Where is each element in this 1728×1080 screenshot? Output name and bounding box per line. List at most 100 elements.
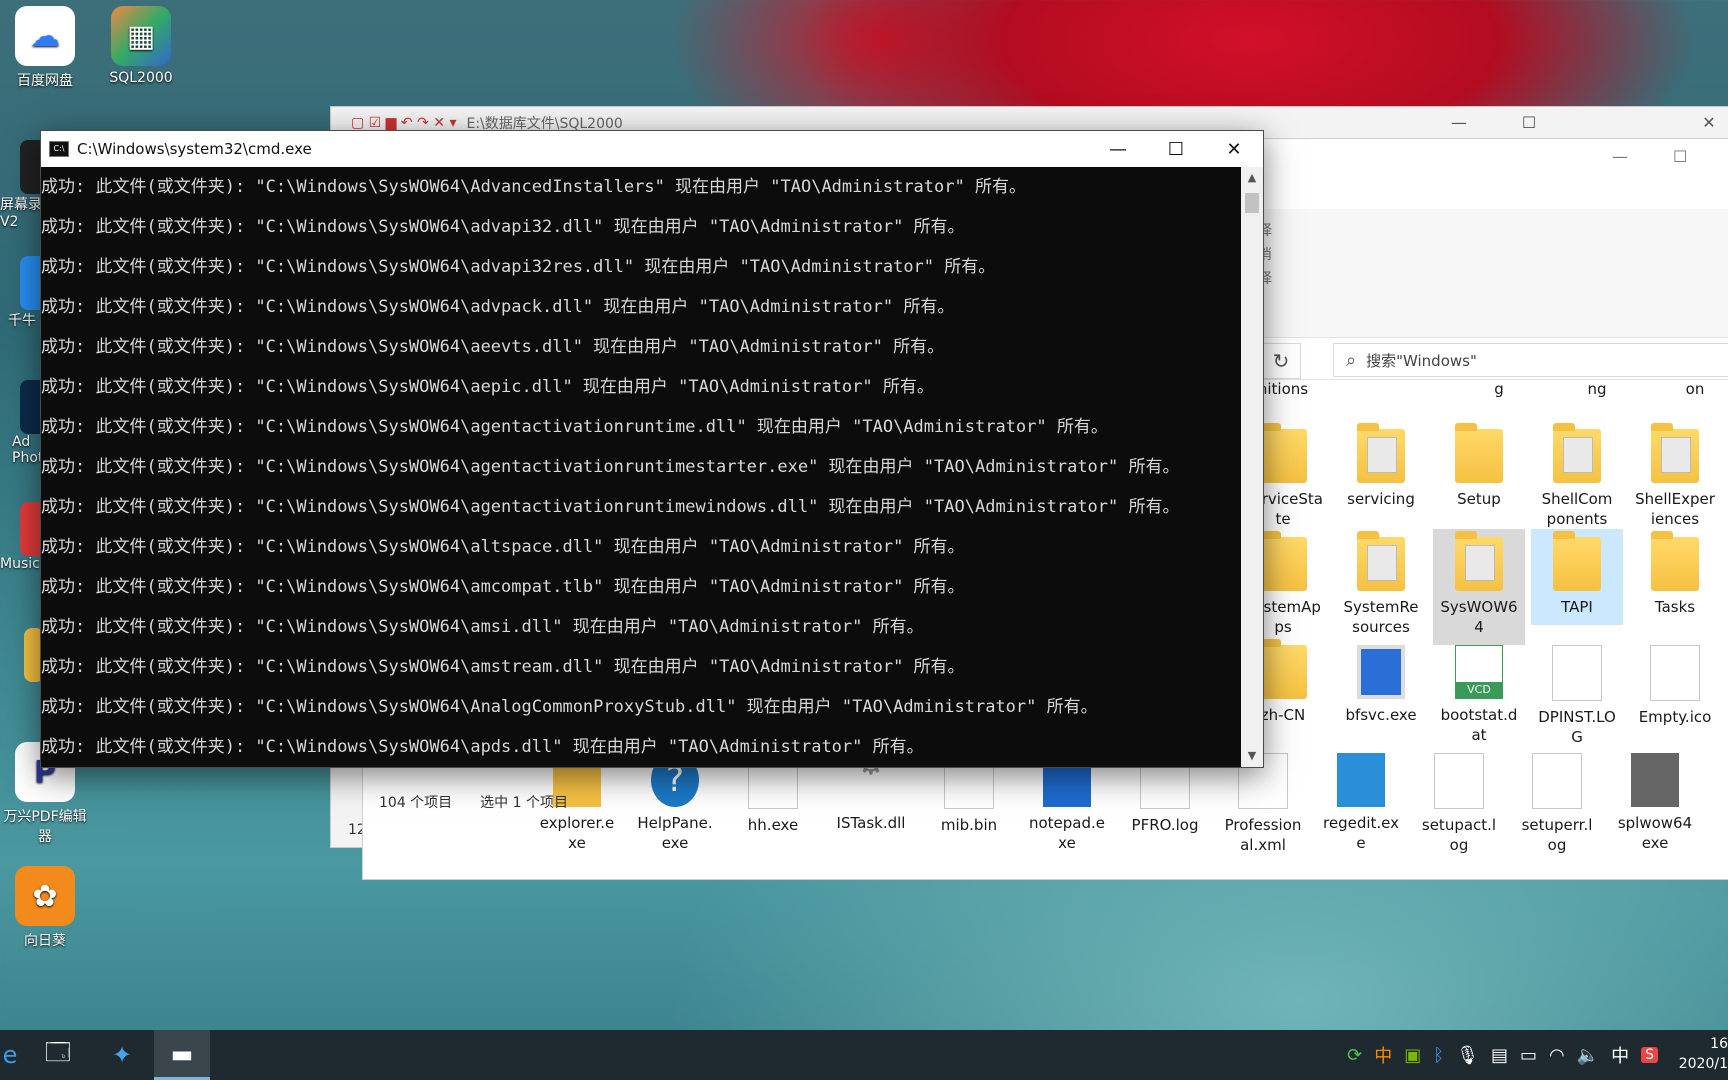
refresh-icon: ↻ xyxy=(1272,349,1290,373)
close-button[interactable]: ✕ xyxy=(1689,113,1728,132)
cmd-title: C:\Windows\system32\cmd.exe xyxy=(77,140,312,158)
desktop-icon-sql2000[interactable]: ▦ SQL2000 xyxy=(96,6,186,86)
cmd-scrollbar[interactable]: ▲ ▼ xyxy=(1241,167,1263,767)
cmd-line: 成功: 此文件(或文件夹): "C:\Windows\SysWOW64\amco… xyxy=(41,577,965,597)
tray-icon-app[interactable]: ▤ xyxy=(1491,1045,1508,1066)
clock-time: 16 xyxy=(1710,1036,1728,1052)
file-item[interactable]: SystemRe sources xyxy=(1335,531,1427,637)
document-icon xyxy=(1650,645,1700,701)
cmd-line: 成功: 此文件(或文件夹): "C:\Windows\SysWOW64\amsi… xyxy=(41,617,924,637)
file-explorer-taskbar-icon[interactable]: 🗔 xyxy=(30,1030,86,1080)
selected-count: 选中 1 个项目 xyxy=(480,795,568,811)
taskbar: e 🗔 ✦ ▬ ⟳ 中 ▣ ᛒ 🎙 ▤ ▭ ◠ 🔈 中 S 16 2020/1 xyxy=(0,1030,1728,1080)
minimize-button[interactable]: — xyxy=(1089,131,1147,167)
cmd-line: 成功: 此文件(或文件夹): "C:\Windows\SysWOW64\aepi… xyxy=(41,377,934,397)
sql2000-icon: ▦ xyxy=(111,6,171,66)
file-item-hovered[interactable]: SysWOW6 4 xyxy=(1433,529,1525,645)
cmd-line: 成功: 此文件(或文件夹): "C:\Windows\SysWOW64\aeev… xyxy=(41,337,945,357)
file-item[interactable]: ShellExper iences xyxy=(1629,423,1721,529)
tray-icon-ime[interactable]: 中 xyxy=(1374,1042,1392,1068)
baidu-netdisk-icon: ☁ xyxy=(15,6,75,66)
desktop-icon-label: 百度网盘 xyxy=(17,73,73,89)
cmd-line: 成功: 此文件(或文件夹): "C:\Windows\SysWOW64\amst… xyxy=(41,657,965,677)
folder-icon xyxy=(1259,639,1307,699)
minimize-button[interactable]: — xyxy=(1612,147,1628,166)
cmd-line: 成功: 此文件(或文件夹): "C:\Windows\SysWOW64\adva… xyxy=(41,257,996,277)
file-item[interactable]: bfsvc.exe xyxy=(1335,645,1427,725)
desktop-icon-label: 万兴PDF编辑器 xyxy=(3,809,87,845)
file-label-partial: g xyxy=(1494,380,1504,398)
cmd-line: 成功: 此文件(或文件夹): "C:\Windows\SysWOW64\adva… xyxy=(41,217,965,237)
tray-icon-nvidia[interactable]: ▣ xyxy=(1404,1045,1421,1066)
cmd-window: C:\ C:\Windows\system32\cmd.exe — ☐ ✕ 成功… xyxy=(40,130,1264,768)
clock-date: 2020/1 xyxy=(1678,1056,1728,1072)
vcd-icon: VCD xyxy=(1455,645,1503,699)
maximize-button[interactable]: ☐ xyxy=(1147,131,1205,167)
desktop-icon-label: 向日葵 xyxy=(24,933,66,949)
search-icon: ⌕ xyxy=(1346,349,1357,371)
battery-icon[interactable]: ▭ xyxy=(1520,1045,1537,1066)
search-placeholder: 搜索"Windows" xyxy=(1366,351,1477,370)
folder-icon xyxy=(1651,531,1699,591)
file-item[interactable]: Empty.ico xyxy=(1629,645,1721,727)
folder-icon xyxy=(1455,531,1503,591)
folder-icon xyxy=(1259,531,1307,591)
quick-access-icons[interactable]: ▢ ☑ ▆ ↶ ↷ ✕ ▾ xyxy=(351,115,456,131)
cmd-titlebar: C:\ C:\Windows\system32\cmd.exe — ☐ ✕ xyxy=(41,131,1263,167)
minimize-button[interactable]: — xyxy=(1439,113,1479,132)
refresh-button[interactable]: ↻ xyxy=(1261,343,1301,379)
search-input[interactable]: ⌕ 搜索"Windows" xyxy=(1333,343,1728,377)
input-language[interactable]: 中 xyxy=(1611,1042,1629,1068)
exe-icon xyxy=(1357,645,1405,699)
desktop-icon-sunflower[interactable]: ✿ 向日葵 xyxy=(0,866,90,950)
system-tray: ⟳ 中 ▣ ᛒ 🎙 ▤ ▭ ◠ 🔈 中 S xyxy=(1347,1030,1658,1080)
app-taskbar-icon[interactable]: ✦ xyxy=(94,1030,150,1080)
cmd-line: 成功: 此文件(或文件夹): "C:\Windows\SysWOW64\agen… xyxy=(41,417,1108,437)
cmd-line: 成功: 此文件(或文件夹): "C:\Windows\SysWOW64\Adva… xyxy=(41,177,1026,197)
file-item[interactable]: ShellCom ponents xyxy=(1531,423,1623,529)
bluetooth-icon[interactable]: ᛒ xyxy=(1433,1045,1444,1066)
scroll-thumb[interactable] xyxy=(1245,193,1259,213)
desktop-icon-label: SQL2000 xyxy=(109,70,173,86)
maximize-button[interactable]: ☐ xyxy=(1673,147,1687,166)
status-bar: 104 个项目 选中 1 个项目 xyxy=(363,787,1728,817)
cmd-line: 成功: 此文件(或文件夹): "C:\Windows\SysWOW64\apds… xyxy=(41,737,924,757)
cmd-output[interactable]: 成功: 此文件(或文件夹): "C:\Windows\SysWOW64\Adva… xyxy=(41,167,1241,767)
desktop-icon-baidu-netdisk[interactable]: ☁ 百度网盘 xyxy=(0,6,90,90)
item-count: 104 个项目 xyxy=(379,795,453,811)
file-item[interactable]: Setup xyxy=(1433,423,1525,509)
desktop-icon-partial-folder[interactable] xyxy=(0,628,44,682)
microphone-icon[interactable]: 🎙 xyxy=(1456,1045,1479,1066)
folder-icon xyxy=(1455,423,1503,483)
tray-icon-green[interactable]: ⟳ xyxy=(1347,1045,1362,1066)
cmd-icon: C:\ xyxy=(49,141,69,157)
folder-icon xyxy=(1651,423,1699,483)
file-item[interactable]: DPINST.LO G xyxy=(1531,645,1623,747)
folder-icon xyxy=(1553,423,1601,483)
wifi-icon[interactable]: ◠ xyxy=(1549,1045,1565,1066)
file-item[interactable]: VCD bootstat.d at xyxy=(1433,645,1525,745)
sunflower-icon: ✿ xyxy=(15,866,75,926)
folder-icon xyxy=(1553,531,1601,591)
scroll-down-icon[interactable]: ▼ xyxy=(1241,745,1263,767)
cmd-line: 成功: 此文件(或文件夹): "C:\Windows\SysWOW64\agen… xyxy=(41,457,1180,477)
cmd-line: 成功: 此文件(或文件夹): "C:\Windows\SysWOW64\agen… xyxy=(41,497,1180,517)
file-label-partial: on xyxy=(1685,380,1705,398)
file-label-partial: ng xyxy=(1587,380,1607,398)
sogou-icon[interactable]: S xyxy=(1641,1047,1658,1063)
cmd-taskbar-icon[interactable]: ▬ xyxy=(154,1030,210,1080)
maximize-button[interactable]: ☐ xyxy=(1509,113,1549,132)
file-item-selected[interactable]: TAPI xyxy=(1531,529,1623,625)
file-item[interactable]: Tasks xyxy=(1629,531,1721,617)
folder-icon xyxy=(1357,423,1405,483)
scroll-up-icon[interactable]: ▲ xyxy=(1241,167,1263,189)
volume-icon[interactable]: 🔈 xyxy=(1577,1045,1599,1066)
folder-icon xyxy=(1259,423,1307,483)
cmd-line: 成功: 此文件(或文件夹): "C:\Windows\SysWOW64\advp… xyxy=(41,297,955,317)
cmd-line: 成功: 此文件(或文件夹): "C:\Windows\SysWOW64\Anal… xyxy=(41,697,1098,717)
cmd-line: 成功: 此文件(或文件夹): "C:\Windows\SysWOW64\alts… xyxy=(41,537,965,557)
close-button[interactable]: ✕ xyxy=(1205,131,1263,167)
clock[interactable]: 16 2020/1 xyxy=(1670,1034,1728,1074)
folder-icon xyxy=(1357,531,1405,591)
file-item[interactable]: servicing xyxy=(1335,423,1427,509)
